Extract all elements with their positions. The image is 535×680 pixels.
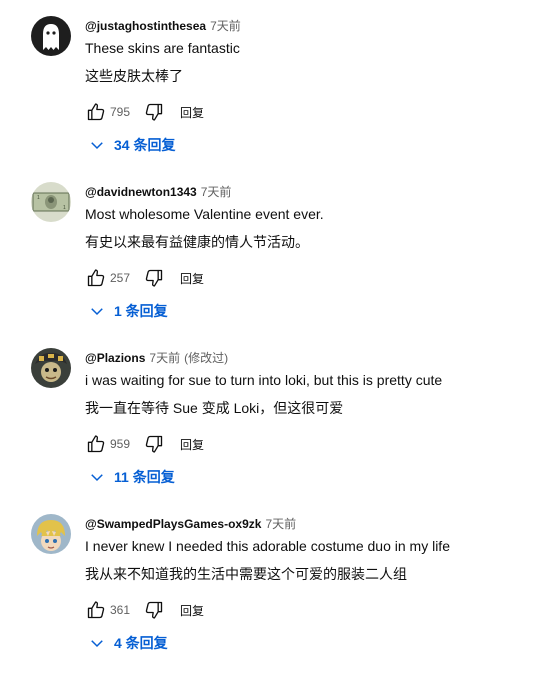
reply-button[interactable]: 回复: [180, 436, 204, 453]
like-count: 361: [110, 603, 131, 617]
comment-text: These skins are fantastic: [85, 40, 240, 56]
comment-time[interactable]: 7天前: [201, 185, 232, 199]
replies-count: 11 条回复: [114, 469, 175, 485]
comment-actions: 795 回复: [84, 100, 204, 124]
like-icon[interactable]: [84, 266, 108, 290]
comment-time[interactable]: 7天前: [210, 19, 241, 33]
chevron-down-icon: [91, 308, 103, 316]
comment-thread: @justaghostinthesea 7天前 These skins are f…: [0, 16, 535, 182]
dislike-icon[interactable]: [142, 100, 166, 124]
comment-text: I never knew I needed this adorable cost…: [85, 538, 450, 554]
svg-text:1: 1: [63, 205, 66, 211]
comment-time[interactable]: 7天前: [149, 351, 180, 365]
replies-count: 34 条回复: [114, 137, 176, 153]
chevron-down-icon: [91, 640, 103, 648]
comment-text: i was waiting for sue to turn into loki,…: [85, 372, 443, 388]
chevron-down-icon: [91, 142, 103, 150]
ghost-avatar-icon[interactable]: [31, 16, 71, 56]
like-icon[interactable]: [84, 100, 108, 124]
reply-button[interactable]: 回复: [180, 602, 204, 619]
comment-translation: 有史以来最有益健康的情人节活动。: [85, 234, 309, 250]
comment-thread: @Plazions 7天前 (修改过) i was waiting for sue …: [0, 348, 535, 514]
comment-header: @SwampedPlaysGames-ox9zk 7天前: [85, 516, 296, 532]
comment-time[interactable]: 7天前: [265, 517, 296, 531]
comment-actions: 959 回复: [84, 432, 204, 456]
dislike-icon[interactable]: [142, 432, 166, 456]
comment-actions: 257 回复: [84, 266, 204, 290]
replies-count: 4 条回复: [114, 635, 168, 651]
comment-header: @Plazions 7天前 (修改过): [85, 350, 228, 366]
view-replies-button[interactable]: 1 条回复: [88, 300, 168, 322]
view-replies-button[interactable]: 11 条回复: [88, 466, 175, 488]
comment-author[interactable]: @SwampedPlaysGames-ox9zk: [85, 517, 261, 531]
svg-text:1: 1: [37, 195, 40, 201]
comment-thread: @SwampedPlaysGames-ox9zk 7天前 I never knew…: [0, 514, 535, 680]
reply-button[interactable]: 回复: [180, 104, 204, 121]
anime-avatar-icon[interactable]: [31, 514, 71, 554]
dollar-bill-avatar-icon[interactable]: 1 1: [31, 182, 71, 222]
comment-author[interactable]: @davidnewton1343: [85, 185, 197, 199]
reply-button[interactable]: 回复: [180, 270, 204, 287]
comment-actions: 361 回复: [84, 598, 204, 622]
replies-count: 1 条回复: [114, 303, 168, 319]
like-icon[interactable]: [84, 432, 108, 456]
character-avatar-icon[interactable]: [31, 348, 71, 388]
comment-translation: 这些皮肤太棒了: [85, 68, 183, 84]
like-count: 257: [110, 271, 131, 285]
comment-author[interactable]: @Plazions: [85, 351, 145, 365]
comment-translation: 我从来不知道我的生活中需要这个可爱的服装二人组: [85, 566, 407, 582]
chevron-down-icon: [91, 474, 103, 482]
view-replies-button[interactable]: 4 条回复: [88, 632, 168, 654]
comment-translation: 我一直在等待 Sue 变成 Loki，但这很可爱: [85, 400, 344, 416]
like-count: 959: [110, 437, 131, 451]
comment-author[interactable]: @justaghostinthesea: [85, 19, 206, 33]
comment-text: Most wholesome Valentine event ever.: [85, 206, 324, 222]
comment-header: @justaghostinthesea 7天前: [85, 18, 241, 34]
comment-header: @davidnewton1343 7天前: [85, 184, 231, 200]
edited-label: (修改过): [184, 351, 229, 365]
dislike-icon[interactable]: [142, 266, 166, 290]
view-replies-button[interactable]: 34 条回复: [88, 134, 175, 156]
comment-thread: 1 1 @davidnewton1343 7天前 Most wholesome V…: [0, 182, 535, 348]
like-count: 795: [110, 105, 131, 119]
like-icon[interactable]: [84, 598, 108, 622]
dislike-icon[interactable]: [142, 598, 166, 622]
